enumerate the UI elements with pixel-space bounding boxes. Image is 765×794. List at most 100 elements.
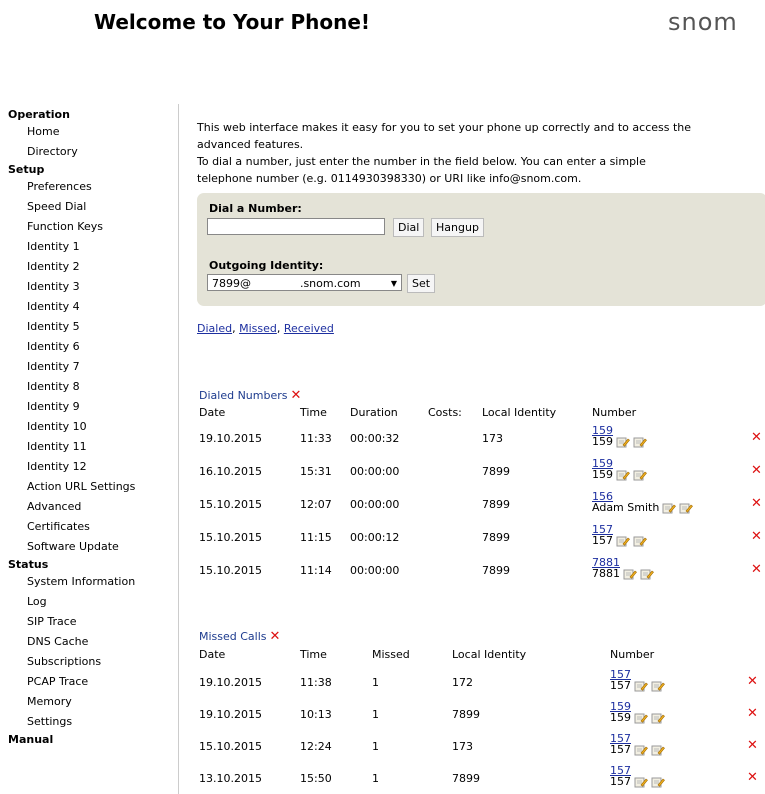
dialed-cell-duration: 00:00:12 — [350, 531, 400, 544]
sidebar-item-identity-8[interactable]: Identity 8 — [8, 377, 173, 397]
edit-pencil-icon[interactable] — [651, 681, 665, 692]
sidebar-section-operation: Operation — [8, 108, 70, 121]
sidebar-item-subscriptions[interactable]: Subscriptions — [8, 652, 173, 672]
edit-pencil-icon[interactable] — [634, 745, 648, 756]
dialed-header-number: Number — [592, 406, 637, 419]
sidebar-item-identity-1[interactable]: Identity 1 — [8, 237, 173, 257]
edit-pencil-icon[interactable] — [623, 569, 637, 580]
edit-pencil-icon[interactable] — [651, 745, 665, 756]
sidebar-section-manual[interactable]: Manual — [8, 732, 173, 747]
dialed-cell-date: 19.10.2015 — [199, 432, 262, 445]
sidebar-item-dns-cache[interactable]: DNS Cache — [8, 632, 173, 652]
snom-logo: snom — [668, 8, 738, 36]
dialed-cell-date: 16.10.2015 — [199, 465, 262, 478]
delete-x-icon[interactable]: ✕ — [747, 770, 758, 785]
edit-pencil-icon[interactable] — [633, 437, 647, 448]
dialed-cell-duration: 00:00:00 — [350, 498, 400, 511]
delete-x-icon[interactable]: ✕ — [751, 496, 762, 511]
edit-pencil-icon[interactable] — [662, 503, 677, 514]
edit-pencil-icon[interactable] — [640, 569, 654, 580]
sidebar-item-identity-10[interactable]: Identity 10 — [8, 417, 173, 437]
number-name: 157 — [610, 743, 665, 756]
missed-header-local-identity: Local Identity — [452, 648, 527, 661]
sidebar-item-system-information[interactable]: System Information — [8, 572, 173, 592]
edit-pencil-icon[interactable] — [651, 713, 665, 724]
dialed-header-time: Time — [300, 406, 327, 419]
sidebar-item-identity-11[interactable]: Identity 11 — [8, 437, 173, 457]
edit-pencil-icon[interactable] — [651, 777, 665, 788]
edit-pencil-icon[interactable] — [616, 437, 630, 448]
sidebar-item-action-url-settings[interactable]: Action URL Settings — [8, 477, 173, 497]
sidebar-item-identity-5[interactable]: Identity 5 — [8, 317, 173, 337]
dialed-cell-identity: 7899 — [482, 498, 510, 511]
edit-pencil-icon[interactable] — [616, 470, 630, 481]
filter-received-link[interactable]: Received — [284, 322, 334, 335]
sidebar-item-memory[interactable]: Memory — [8, 692, 173, 712]
sidebar-item-settings[interactable]: Settings — [8, 712, 173, 732]
delete-x-icon[interactable]: ✕ — [747, 738, 758, 753]
dial-button[interactable]: Dial — [393, 218, 425, 237]
edit-pencil-icon[interactable] — [634, 681, 648, 692]
delete-all-dialed-icon[interactable]: ✕ — [291, 388, 302, 403]
delete-x-icon[interactable]: ✕ — [751, 529, 762, 544]
sidebar-item-identity-4[interactable]: Identity 4 — [8, 297, 173, 317]
sidebar-divider — [178, 104, 179, 794]
sidebar-item-certificates[interactable]: Certificates — [8, 517, 173, 537]
dial-number-input[interactable] — [207, 218, 385, 235]
sidebar-item-identity-2[interactable]: Identity 2 — [8, 257, 173, 277]
outgoing-identity-value: 7899@ .snom.com — [212, 277, 361, 290]
missed-header-date: Date — [199, 648, 226, 661]
edit-pencil-icon[interactable] — [634, 777, 648, 788]
sidebar-item-identity-3[interactable]: Identity 3 — [8, 277, 173, 297]
delete-x-icon[interactable]: ✕ — [751, 430, 762, 445]
missed-cell-date: 19.10.2015 — [199, 676, 262, 689]
sidebar-item-sip-trace[interactable]: SIP Trace — [8, 612, 173, 632]
dial-panel: Dial a Number: Dial Hangup Outgoing Iden… — [197, 193, 765, 306]
missed-cell-identity: 7899 — [452, 772, 480, 785]
sidebar-item-home[interactable]: Home — [8, 122, 173, 142]
filter-missed-link[interactable]: Missed — [239, 322, 277, 335]
number-name: 7881 — [592, 567, 654, 580]
number-name: 157 — [610, 775, 665, 788]
delete-all-missed-icon[interactable]: ✕ — [270, 629, 281, 644]
call-list-filters: Dialed, Missed, Received — [197, 322, 334, 335]
delete-x-icon[interactable]: ✕ — [751, 562, 762, 577]
sidebar-item-pcap-trace[interactable]: PCAP Trace — [8, 672, 173, 692]
sidebar-item-identity-7[interactable]: Identity 7 — [8, 357, 173, 377]
edit-pencil-icon[interactable] — [679, 503, 694, 514]
delete-x-icon[interactable]: ✕ — [747, 674, 758, 689]
sidebar-item-log[interactable]: Log — [8, 592, 173, 612]
sidebar-item-identity-6[interactable]: Identity 6 — [8, 337, 173, 357]
sidebar-item-preferences[interactable]: Preferences — [8, 177, 173, 197]
sidebar-item-software-update[interactable]: Software Update — [8, 537, 173, 557]
hangup-button[interactable]: Hangup — [431, 218, 484, 237]
dialed-cell-identity: 7899 — [482, 564, 510, 577]
sidebar-item-advanced[interactable]: Advanced — [8, 497, 173, 517]
edit-pencil-icon[interactable] — [616, 536, 630, 547]
sidebar-item-identity-9[interactable]: Identity 9 — [8, 397, 173, 417]
page-title: Welcome to Your Phone! — [94, 10, 371, 34]
edit-pencil-icon[interactable] — [634, 713, 648, 724]
sidebar: Operation Home Directory Setup Preferences Sp… — [8, 107, 173, 747]
missed-cell-time: 15:50 — [300, 772, 332, 785]
delete-x-icon[interactable]: ✕ — [747, 706, 758, 721]
dialed-numbers-title: Dialed Numbers ✕ — [199, 388, 301, 403]
missed-cell-date: 13.10.2015 — [199, 772, 262, 785]
number-name: 157 — [592, 534, 647, 547]
dialed-cell-time: 11:15 — [300, 531, 332, 544]
edit-pencil-icon[interactable] — [633, 470, 647, 481]
sidebar-item-speed-dial[interactable]: Speed Dial — [8, 197, 173, 217]
delete-x-icon[interactable]: ✕ — [751, 463, 762, 478]
sidebar-item-function-keys[interactable]: Function Keys — [8, 217, 173, 237]
edit-pencil-icon[interactable] — [633, 536, 647, 547]
outgoing-identity-select[interactable]: 7899@ .snom.com ▼ — [207, 274, 402, 291]
filter-dialed-link[interactable]: Dialed — [197, 322, 232, 335]
sidebar-item-directory[interactable]: Directory — [8, 142, 173, 162]
number-name-text: 159 — [592, 435, 613, 448]
set-identity-button[interactable]: Set — [407, 274, 436, 293]
number-name: 159 — [592, 468, 647, 481]
dialed-cell-identity: 7899 — [482, 465, 510, 478]
missed-cell-time: 10:13 — [300, 708, 332, 721]
sidebar-item-identity-12[interactable]: Identity 12 — [8, 457, 173, 477]
dialed-header-date: Date — [199, 406, 226, 419]
